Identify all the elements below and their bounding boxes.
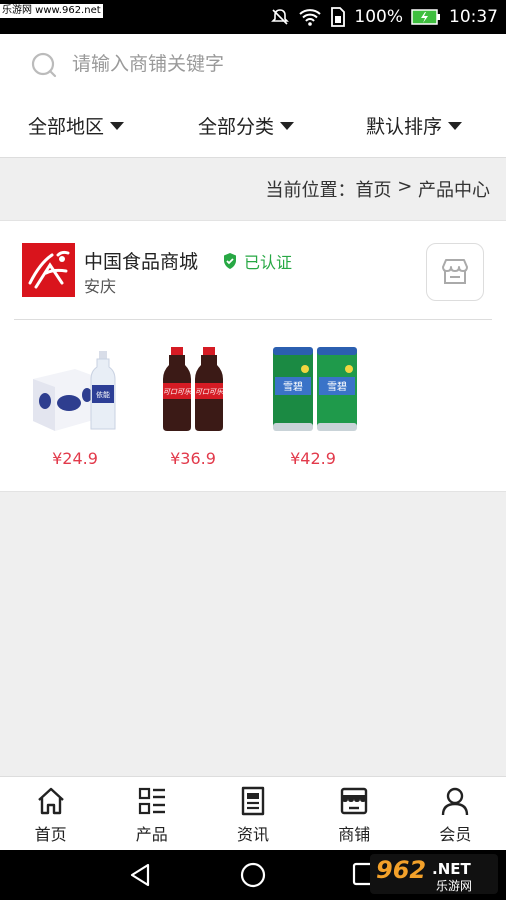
- shop-name[interactable]: 中国食品商城: [84, 247, 198, 274]
- filter-region[interactable]: 全部地区: [28, 112, 125, 139]
- nav-stores[interactable]: 商铺: [304, 777, 405, 850]
- news-icon: [241, 786, 265, 816]
- breadcrumb-prefix: 当前位置：: [265, 180, 356, 201]
- enter-store-button[interactable]: [426, 243, 484, 301]
- divider: [14, 319, 492, 320]
- shield-check-icon: [224, 253, 236, 269]
- nav-home-label: 首页: [34, 825, 67, 844]
- nav-home[interactable]: 首页: [0, 777, 101, 850]
- product-price: ¥42.9: [290, 449, 336, 468]
- water-bottles-image: 依能: [25, 339, 125, 439]
- svg-text:依能: 依能: [96, 390, 110, 399]
- svg-text:雪碧: 雪碧: [283, 381, 303, 393]
- breadcrumb-home-link[interactable]: 首页: [355, 176, 391, 202]
- user-icon: [442, 787, 469, 816]
- status-icons: 100% 10:37: [270, 0, 498, 34]
- caret-down-icon: [448, 121, 463, 130]
- breadcrumb-separator: >: [391, 176, 418, 197]
- clock: 10:37: [449, 7, 498, 27]
- mute-icon: [270, 7, 290, 27]
- svg-text:乐游网: 乐游网: [436, 879, 472, 893]
- sprite-cans-image: 雪碧 雪碧: [263, 339, 363, 439]
- product-price: ¥36.9: [170, 449, 216, 468]
- nav-member-label: 会员: [439, 825, 472, 844]
- svg-text:可口可乐: 可口可乐: [163, 388, 192, 396]
- watermark-text: 乐游网 www.962.net: [0, 4, 103, 18]
- nav-stores-label: 商铺: [338, 825, 371, 844]
- svg-text:.NET: .NET: [432, 860, 471, 878]
- nav-products[interactable]: 产品: [101, 777, 202, 850]
- status-bar: 乐游网 www.962.net 100% 10:37: [0, 0, 506, 34]
- filter-region-label: 全部地区: [28, 116, 105, 138]
- svg-text:962: 962: [376, 856, 426, 884]
- product-list-icon: [138, 787, 165, 815]
- battery-percent: 100%: [354, 7, 403, 27]
- svg-text:雪碧: 雪碧: [327, 381, 347, 393]
- svg-text:可口可乐: 可口可乐: [195, 388, 224, 396]
- filter-bar: 全部地区 全部分类 默认排序: [0, 94, 506, 158]
- back-icon[interactable]: [128, 862, 154, 892]
- search-bar: [0, 34, 506, 94]
- breadcrumb-current: 产品中心: [418, 180, 490, 201]
- verified-badge: 已认证: [222, 249, 292, 273]
- watermark-logo: 962 .NET 乐游网: [370, 852, 498, 896]
- product-item[interactable]: 雪碧 雪碧 ¥42.9: [258, 339, 368, 468]
- filter-category[interactable]: 全部分类: [198, 112, 295, 139]
- bottom-nav: 首页 产品 资讯 商铺 会员: [0, 776, 506, 850]
- product-item[interactable]: 依能 ¥24.9: [20, 339, 130, 468]
- caret-down-icon: [110, 121, 125, 130]
- breadcrumb: 当前位置： 首页 > 产品中心: [0, 158, 506, 220]
- filter-sort-label: 默认排序: [366, 116, 443, 138]
- wifi-icon: [298, 7, 322, 27]
- shop-logo: [22, 243, 75, 297]
- search-input[interactable]: [72, 46, 472, 82]
- filter-category-label: 全部分类: [198, 116, 275, 138]
- battery-icon: [411, 9, 441, 25]
- search-icon: [30, 51, 58, 79]
- nav-member[interactable]: 会员: [405, 777, 506, 850]
- home-circle-icon[interactable]: [240, 862, 266, 892]
- coca-cola-bottles-image: 可口可乐 可口可乐: [143, 339, 243, 439]
- verified-label: 已认证: [244, 253, 293, 272]
- product-item[interactable]: 可口可乐 可口可乐 ¥36.9: [138, 339, 248, 468]
- nav-products-label: 产品: [135, 825, 168, 844]
- filter-sort[interactable]: 默认排序: [366, 112, 463, 139]
- nav-news-label: 资讯: [237, 825, 270, 844]
- product-price: ¥24.9: [52, 449, 98, 468]
- store-icon: [341, 787, 368, 815]
- caret-down-icon: [280, 121, 295, 130]
- shop-city: 安庆: [84, 277, 117, 296]
- sim-icon: [330, 7, 346, 27]
- shop-card[interactable]: 中国食品商城 已认证 安庆 依能 ¥24.9 可口可乐 可口可乐 ¥36.9 雪…: [0, 220, 506, 492]
- store-icon: [442, 259, 468, 284]
- home-icon: [37, 787, 64, 815]
- nav-news[interactable]: 资讯: [202, 777, 303, 850]
